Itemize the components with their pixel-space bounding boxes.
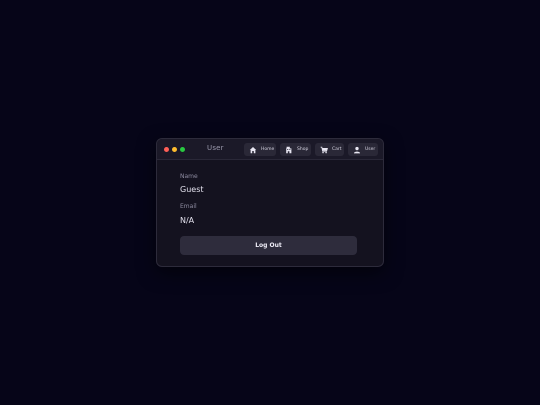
window-title: User <box>207 144 224 152</box>
cart-icon <box>320 146 328 154</box>
nav-home-button[interactable]: Home <box>244 143 276 156</box>
nav-shop-button[interactable]: Shop <box>280 143 311 156</box>
email-label: Email <box>180 203 197 210</box>
home-icon <box>249 146 257 154</box>
title-bar: User Home Shop Cart User <box>157 139 383 160</box>
user-icon <box>353 146 361 154</box>
app-window: User Home Shop Cart User Name Guest Emai… <box>156 138 384 267</box>
shop-icon <box>285 146 293 154</box>
email-value: N/A <box>180 216 195 225</box>
nav-user-button[interactable]: User <box>348 143 378 156</box>
nav-home-label: Home <box>261 147 275 152</box>
close-window-button[interactable] <box>164 147 169 152</box>
maximize-window-button[interactable] <box>180 147 185 152</box>
logout-button[interactable]: Log Out <box>180 236 357 255</box>
nav-cart-label: Cart <box>332 147 342 152</box>
nav-cart-button[interactable]: Cart <box>315 143 344 156</box>
minimize-window-button[interactable] <box>172 147 177 152</box>
name-value: Guest <box>180 185 204 194</box>
nav-shop-label: Shop <box>297 147 309 152</box>
name-label: Name <box>180 173 198 180</box>
nav-user-label: User <box>365 147 376 152</box>
